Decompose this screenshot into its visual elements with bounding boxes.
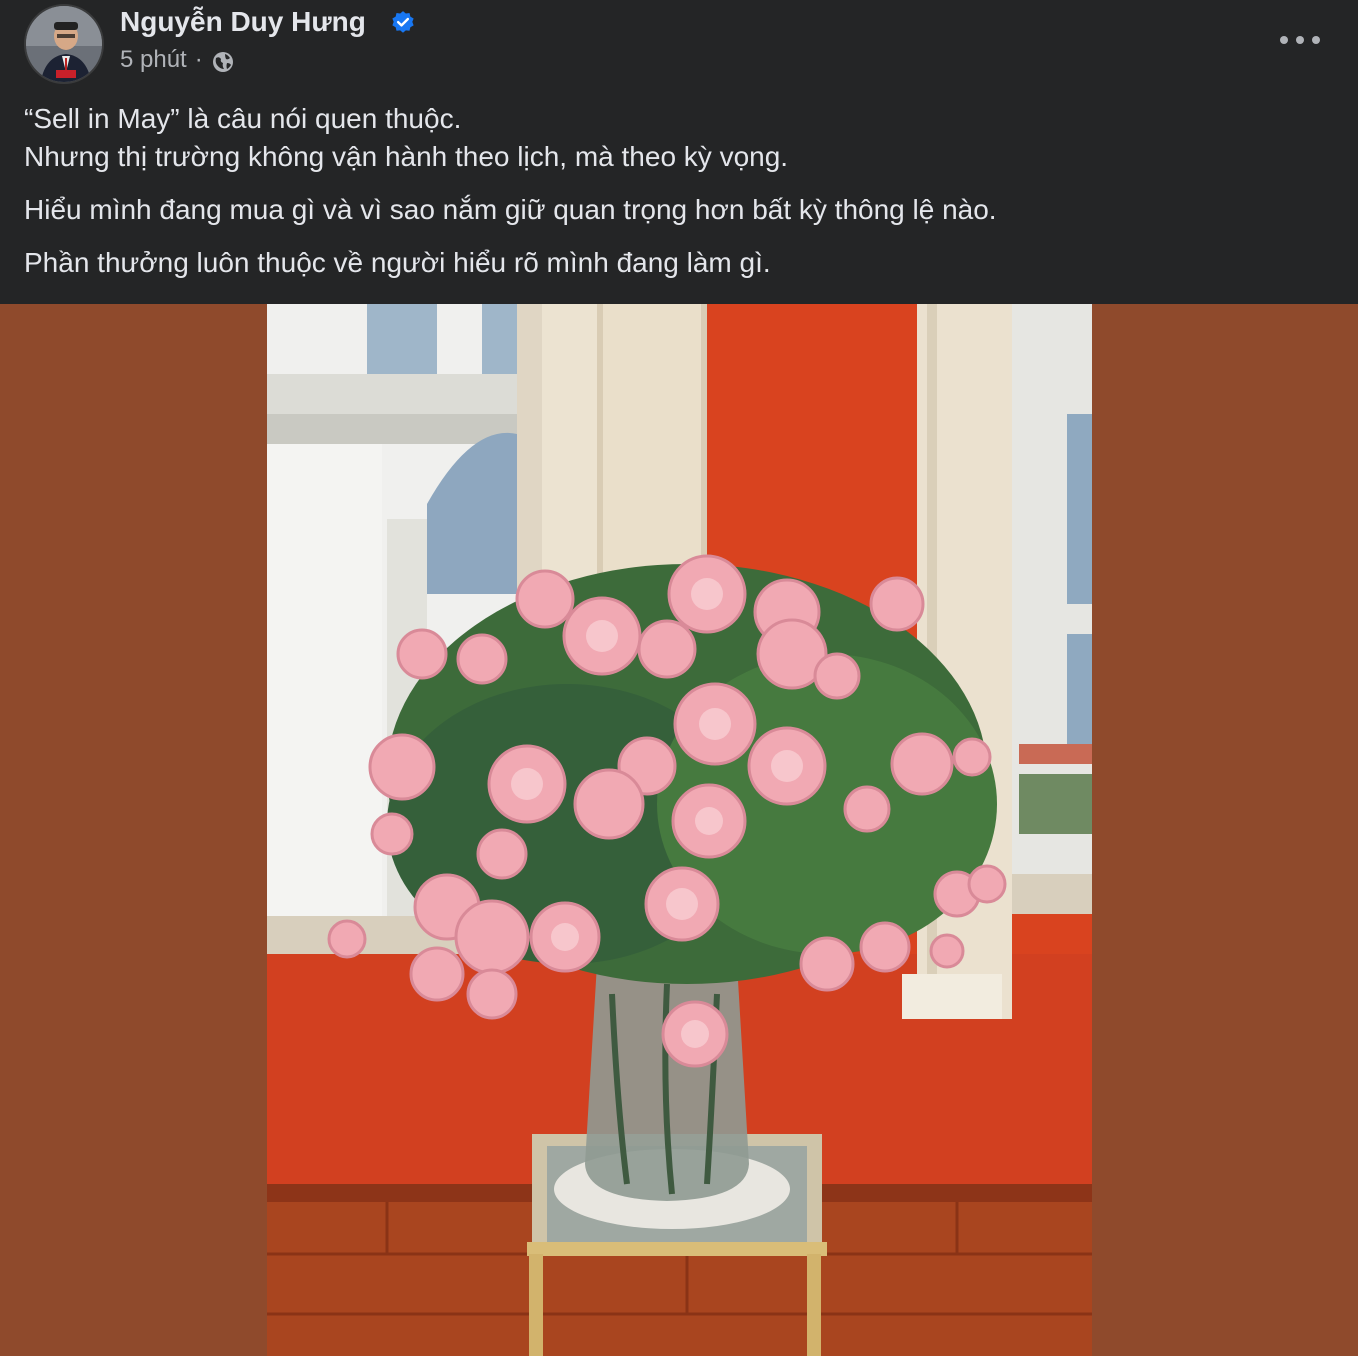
- facebook-post: Nguyễn Duy Hưng 5 phút · “Sell in May” l…: [0, 0, 1358, 1356]
- post-photo[interactable]: [267, 304, 1092, 1356]
- verified-badge-icon: [392, 11, 414, 33]
- post-meta: 5 phút ·: [120, 46, 235, 74]
- post-header: Nguyễn Duy Hưng 5 phút ·: [0, 0, 1358, 90]
- profile-photo-icon: [26, 6, 102, 82]
- post-text-line: Phần thưởng luôn thuộc về người hiểu rõ …: [24, 247, 771, 278]
- meta-separator: ·: [194, 46, 203, 73]
- rose-bouquet-photo-icon: [267, 304, 1092, 1356]
- post-text-line: “Sell in May” là câu nói quen thuộc.: [24, 103, 462, 134]
- more-options-dot-icon: [1312, 36, 1320, 44]
- globe-icon[interactable]: [211, 50, 235, 74]
- post-text-line: Nhưng thị trường không vận hành theo lịc…: [24, 141, 789, 172]
- post-timestamp[interactable]: 5 phút: [120, 46, 187, 74]
- more-options-dot-icon: [1296, 36, 1304, 44]
- author-name[interactable]: Nguyễn Duy Hưng: [120, 6, 366, 38]
- post-body: “Sell in May” là câu nói quen thuộc. Như…: [24, 100, 1334, 282]
- post-text-line: Hiểu mình đang mua gì và vì sao nắm giữ …: [24, 194, 997, 225]
- more-options-button[interactable]: [1280, 26, 1320, 54]
- post-media: [0, 304, 1358, 1356]
- author-avatar[interactable]: [24, 4, 104, 84]
- more-options-dot-icon: [1280, 36, 1288, 44]
